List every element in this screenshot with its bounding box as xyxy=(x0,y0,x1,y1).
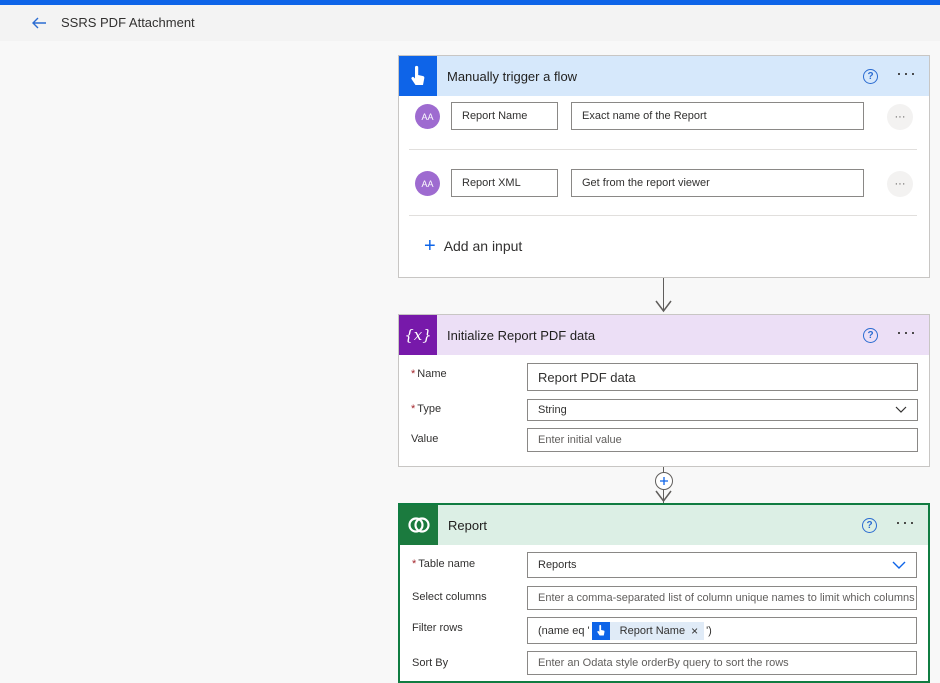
plus-icon: + xyxy=(424,235,436,257)
chevron-down-icon xyxy=(895,406,907,413)
name-label-text: Name xyxy=(417,368,447,380)
variable-type-value: String xyxy=(538,404,567,416)
type-label: * Type xyxy=(411,403,441,415)
variable-value-input[interactable]: Enter initial value xyxy=(527,428,918,452)
arrow-down-icon xyxy=(655,490,672,503)
flow-title: SSRS PDF Attachment xyxy=(61,15,195,30)
divider xyxy=(409,149,917,150)
text-input-avatar: AA xyxy=(415,171,440,196)
plus-icon xyxy=(660,477,668,485)
add-input-label: Add an input xyxy=(443,238,523,254)
table-name-value: Reports xyxy=(538,559,577,571)
filter-rows-input[interactable]: (name eq ' Report Name × ') xyxy=(527,617,917,644)
required-asterisk: * xyxy=(412,558,417,570)
add-input-button[interactable]: + Add an input xyxy=(424,235,523,257)
text-input-avatar: AA xyxy=(415,104,440,129)
input-name-field[interactable]: Report XML xyxy=(451,169,558,197)
divider xyxy=(409,215,917,216)
more-options-icon[interactable]: ··· xyxy=(895,513,916,533)
input-description-value: Get from the report viewer xyxy=(582,177,710,189)
variable-value-placeholder: Enter initial value xyxy=(538,434,622,446)
more-options-icon[interactable]: ··· xyxy=(896,64,917,84)
variable-type-select[interactable]: String xyxy=(527,399,918,421)
select-columns-input[interactable]: Enter a comma-separated list of column u… xyxy=(527,586,917,610)
dynamic-content-token[interactable]: Report Name × xyxy=(591,621,705,640)
filter-suffix: ') xyxy=(706,624,712,637)
required-asterisk: * xyxy=(411,368,416,380)
filter-prefix: (name eq ' xyxy=(538,624,590,637)
input-more-button[interactable]: ··· xyxy=(887,104,913,130)
help-icon[interactable]: ? xyxy=(863,327,879,343)
more-options-icon[interactable]: ··· xyxy=(896,323,917,343)
sort-by-placeholder: Enter an Odata style orderBy query to so… xyxy=(538,657,789,669)
variable-icon: {x} xyxy=(399,315,437,355)
input-description-field[interactable]: Exact name of the Report xyxy=(571,102,864,130)
trigger-card-title: Manually trigger a flow xyxy=(447,68,578,84)
input-name-value: Report XML xyxy=(462,177,521,189)
initialize-card-title: Initialize Report PDF data xyxy=(447,327,596,343)
sort-by-label: Sort By xyxy=(412,657,449,669)
trigger-card: Manually trigger a flow ? ··· AA Report … xyxy=(398,55,930,278)
remove-token-icon[interactable]: × xyxy=(691,624,704,638)
insert-step-button[interactable] xyxy=(655,472,673,490)
report-card: Report ? ··· * Table name Reports Select … xyxy=(398,503,930,683)
table-name-label-text: Table name xyxy=(418,558,476,570)
input-description-field[interactable]: Get from the report viewer xyxy=(571,169,864,197)
filter-rows-label: Filter rows xyxy=(412,622,463,634)
input-name-field[interactable]: Report Name xyxy=(451,102,558,130)
input-description-value: Exact name of the Report xyxy=(582,110,707,122)
input-name-value: Report Name xyxy=(462,110,528,122)
variable-name-value: Report PDF data xyxy=(538,369,636,385)
report-card-header[interactable]: Report ? ··· xyxy=(400,505,928,545)
variable-name-input[interactable]: Report PDF data xyxy=(527,363,918,391)
back-arrow-icon[interactable] xyxy=(30,14,48,32)
chevron-down-icon xyxy=(892,561,906,569)
required-asterisk: * xyxy=(411,403,416,415)
header-bar: SSRS PDF Attachment xyxy=(0,5,940,41)
trigger-card-header[interactable]: Manually trigger a flow ? ··· xyxy=(399,56,929,96)
token-label: Report Name xyxy=(619,624,686,637)
sort-by-input[interactable]: Enter an Odata style orderBy query to so… xyxy=(527,651,917,675)
initialize-variable-card: {x} Initialize Report PDF data ? ··· * Na… xyxy=(398,314,930,467)
report-card-title: Report xyxy=(448,517,488,533)
hand-touch-icon xyxy=(399,56,437,96)
select-columns-label: Select columns xyxy=(412,591,487,603)
arrow-down-icon xyxy=(655,300,672,313)
select-columns-placeholder: Enter a comma-separated list of column u… xyxy=(538,592,915,604)
input-more-button[interactable]: ··· xyxy=(887,171,913,197)
value-label: Value xyxy=(411,433,439,445)
name-label: * Name xyxy=(411,368,447,380)
help-icon[interactable]: ? xyxy=(862,517,878,533)
hand-touch-icon xyxy=(591,621,610,640)
table-name-select[interactable]: Reports xyxy=(527,552,917,578)
type-label-text: Type xyxy=(417,403,442,415)
initialize-card-header[interactable]: {x} Initialize Report PDF data ? ··· xyxy=(399,315,929,355)
help-icon[interactable]: ? xyxy=(863,68,879,84)
table-name-label: * Table name xyxy=(412,558,475,570)
dataverse-icon xyxy=(400,505,438,545)
